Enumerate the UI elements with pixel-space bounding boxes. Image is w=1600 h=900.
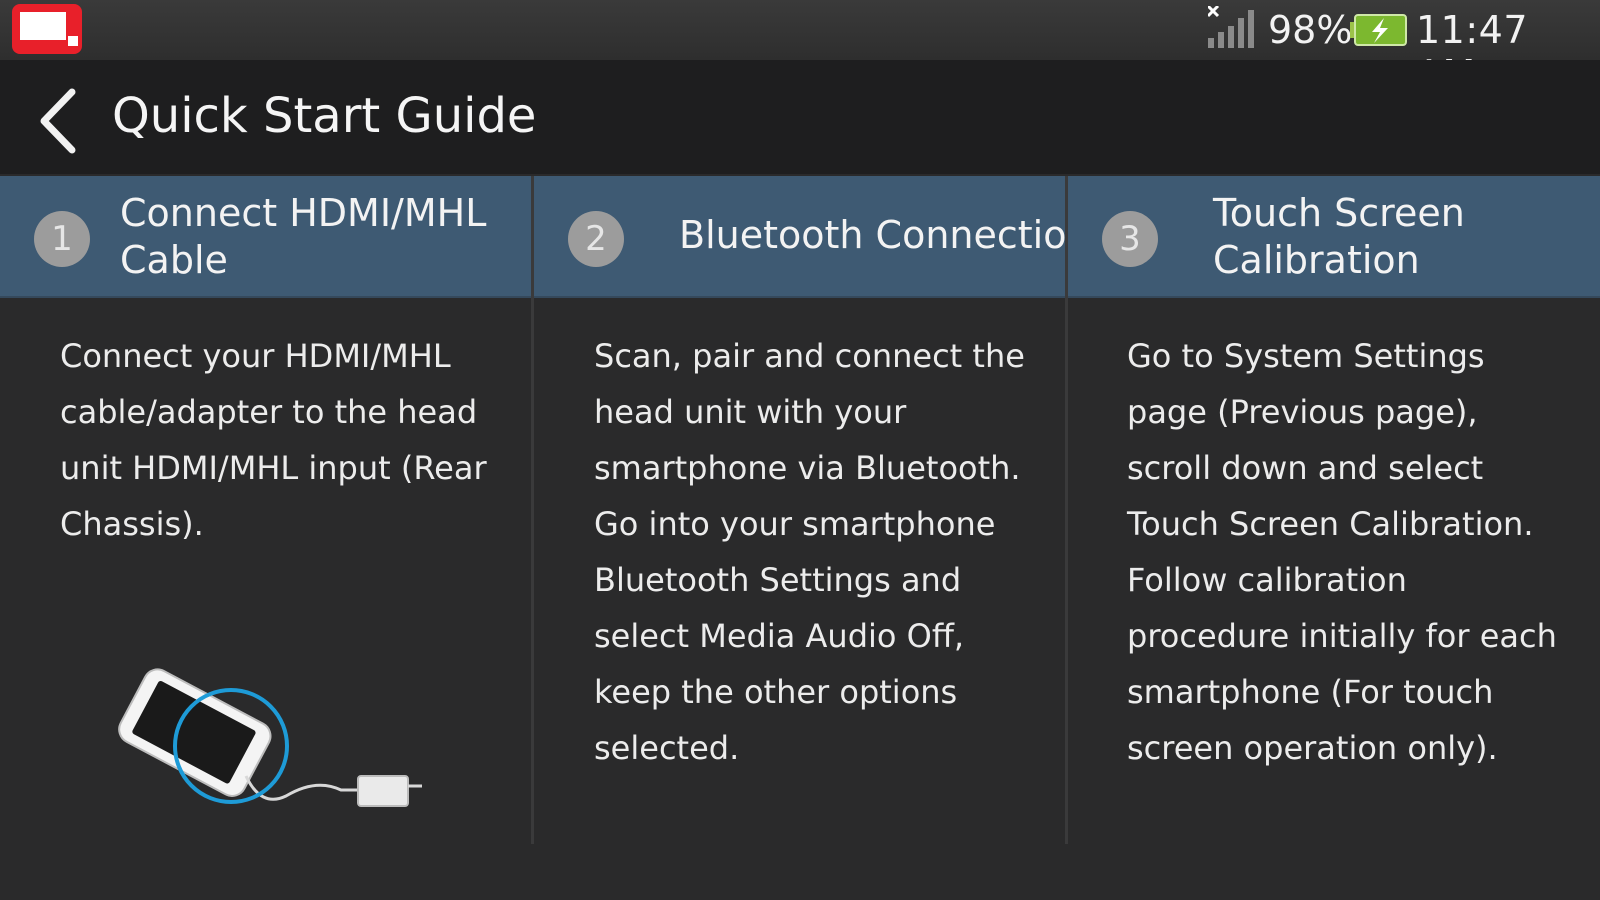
step-body-3: Go to System Settings page (Previous pag… xyxy=(1127,337,1557,767)
step-title-line1: Touch Screen xyxy=(1213,191,1465,235)
step-title-line1: Bluetooth Connection xyxy=(679,213,1091,257)
step-title-line2: Cable xyxy=(120,238,228,282)
step-number-badge: 2 xyxy=(568,211,624,267)
step-title-line2: Calibration xyxy=(1213,238,1420,282)
status-bar: 98% 11:47 AM xyxy=(0,0,1600,96)
phone-cable-illustration xyxy=(118,668,422,807)
step-title-line1: Connect HDMI/MHL xyxy=(120,191,487,235)
step-body-2: Scan, pair and connect the head unit wit… xyxy=(594,337,1025,767)
back-arrow-icon[interactable] xyxy=(30,86,90,156)
battery-charging-icon xyxy=(1350,14,1407,46)
column-divider xyxy=(1065,176,1068,844)
step-body-1: Connect your HDMI/MHL cable/adapter to t… xyxy=(60,337,487,543)
app-icon xyxy=(12,4,82,54)
step-number-badge: 1 xyxy=(34,211,90,267)
signal-icon xyxy=(1208,6,1254,48)
step-title: Touch Screen Calibration xyxy=(1213,190,1465,284)
step-header-1[interactable]: 1 Connect HDMI/MHL Cable xyxy=(0,176,532,298)
step-number-badge: 3 xyxy=(1102,211,1158,267)
step-title: Bluetooth Connection xyxy=(679,212,1091,259)
step-title: Connect HDMI/MHL Cable xyxy=(120,190,486,284)
battery-percent: 98% xyxy=(1268,8,1353,52)
column-divider xyxy=(531,176,534,844)
page-title: Quick Start Guide xyxy=(112,88,537,144)
step-header-3[interactable]: 3 Touch Screen Calibration xyxy=(1068,176,1600,298)
step-header-2[interactable]: 2 Bluetooth Connection xyxy=(534,176,1091,298)
